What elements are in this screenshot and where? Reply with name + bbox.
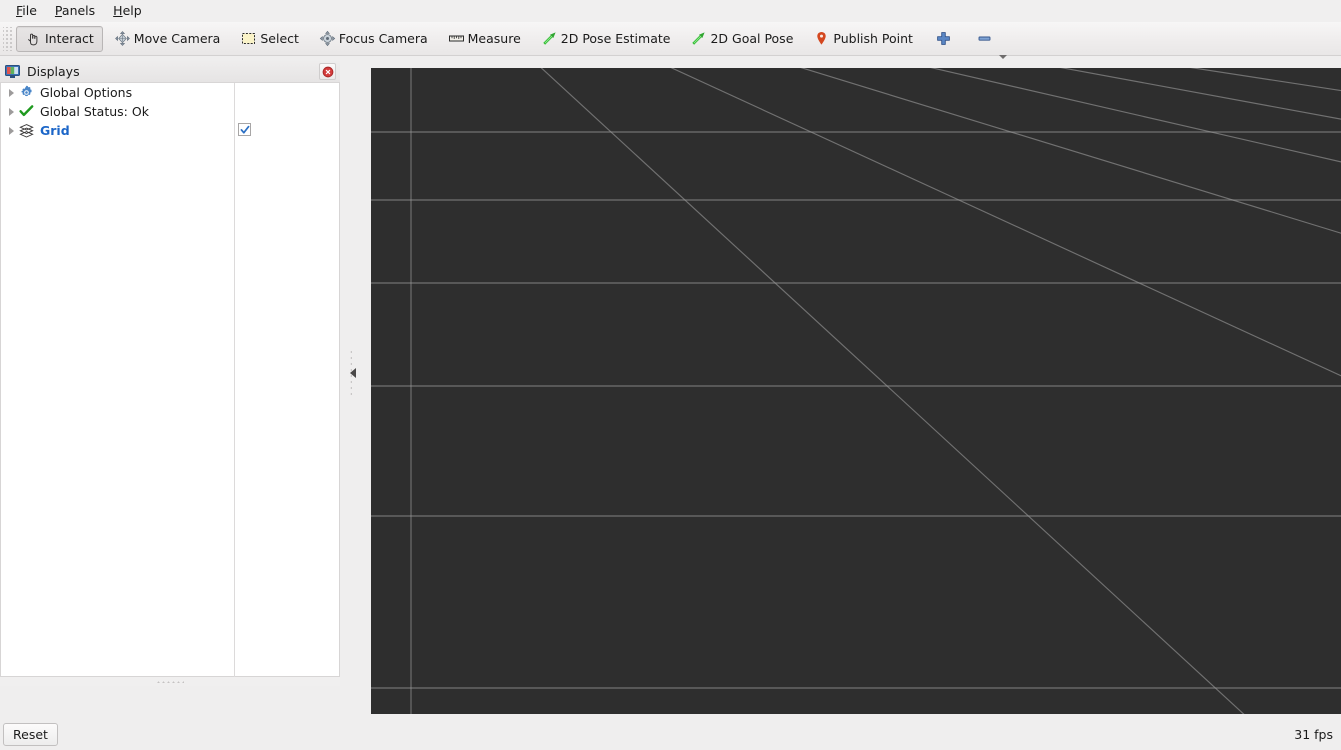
hand-cursor-icon bbox=[25, 30, 42, 47]
chevron-down-icon[interactable] bbox=[999, 55, 1007, 59]
displays-panel-splitter[interactable] bbox=[0, 677, 340, 686]
displays-panel: Displays bbox=[0, 60, 340, 686]
menu-item-file[interactable]: File bbox=[7, 1, 46, 21]
tree-item-global-status[interactable]: Global Status: Ok bbox=[1, 102, 339, 121]
status-bar: Reset 31 fps bbox=[0, 720, 1341, 750]
menu-item-panels[interactable]: Panels bbox=[46, 1, 104, 21]
menu-panels-rest: anels bbox=[62, 3, 95, 18]
tool-button-2d-goal-pose[interactable]: 2D Goal Pose bbox=[681, 26, 802, 52]
tool-label-publish-point: Publish Point bbox=[833, 31, 913, 46]
tool-label-2d-pose-estimate: 2D Pose Estimate bbox=[561, 31, 671, 46]
tool-bar: Interact Move Camera bbox=[0, 22, 1341, 56]
green-arrow-icon bbox=[690, 30, 707, 47]
tree-label-grid: Grid bbox=[40, 123, 70, 138]
close-icon[interactable] bbox=[319, 63, 336, 80]
expand-arrow-icon[interactable] bbox=[4, 121, 18, 140]
3d-render-view[interactable] bbox=[371, 68, 1341, 714]
perspective-grid bbox=[371, 68, 1341, 714]
tool-label-interact: Interact bbox=[45, 31, 94, 46]
add-tool-button[interactable] bbox=[924, 26, 963, 52]
focus-camera-icon bbox=[319, 30, 336, 47]
tool-button-2d-pose-estimate[interactable]: 2D Pose Estimate bbox=[532, 26, 680, 52]
check-icon bbox=[18, 103, 35, 120]
displays-tree[interactable]: Global Options Global Status: Ok bbox=[0, 83, 340, 677]
menu-help-mnemonic: H bbox=[113, 3, 122, 18]
grid-stack-icon bbox=[18, 122, 35, 139]
toolbar-drag-grip[interactable] bbox=[3, 27, 13, 51]
grid-enabled-checkbox[interactable] bbox=[238, 123, 251, 136]
tool-label-measure: Measure bbox=[468, 31, 521, 46]
tool-button-publish-point[interactable]: Publish Point bbox=[804, 26, 922, 52]
green-arrow-icon bbox=[541, 30, 558, 47]
tool-label-move-camera: Move Camera bbox=[134, 31, 221, 46]
map-pin-icon bbox=[813, 30, 830, 47]
displays-panel-titlebar: Displays bbox=[0, 60, 340, 83]
plus-icon bbox=[935, 30, 952, 47]
tool-label-2d-goal-pose: 2D Goal Pose bbox=[710, 31, 793, 46]
move-camera-icon bbox=[114, 30, 131, 47]
tree-label-global-status: Global Status: Ok bbox=[40, 104, 149, 119]
tree-item-grid[interactable]: Grid bbox=[1, 121, 339, 140]
tree-label-global-options: Global Options bbox=[40, 85, 132, 100]
tool-button-measure[interactable]: Measure bbox=[439, 26, 530, 52]
tree-column-divider[interactable] bbox=[234, 83, 235, 677]
expand-arrow-icon[interactable] bbox=[4, 83, 18, 102]
menu-bar: File Panels Help bbox=[0, 0, 1341, 22]
tool-button-move-camera[interactable]: Move Camera bbox=[105, 26, 230, 52]
toolbar-extra-group bbox=[964, 26, 1005, 52]
rviz-window: File Panels Help Interact bbox=[0, 0, 1341, 750]
ruler-icon bbox=[448, 30, 465, 47]
reset-button[interactable]: Reset bbox=[3, 723, 58, 746]
menu-help-rest: elp bbox=[123, 3, 142, 18]
menu-panels-mnemonic: P bbox=[55, 3, 62, 18]
tree-item-global-options[interactable]: Global Options bbox=[1, 83, 339, 102]
menu-file-rest: ile bbox=[22, 3, 37, 18]
menu-item-help[interactable]: Help bbox=[104, 1, 151, 21]
remove-tool-button[interactable] bbox=[965, 26, 1004, 52]
tool-button-select[interactable]: Select bbox=[231, 26, 308, 52]
tool-button-focus-camera[interactable]: Focus Camera bbox=[310, 26, 437, 52]
tool-button-interact[interactable]: Interact bbox=[16, 26, 103, 52]
selection-box-icon bbox=[240, 30, 257, 47]
panel-collapse-handle[interactable] bbox=[342, 60, 368, 686]
tool-label-focus-camera: Focus Camera bbox=[339, 31, 428, 46]
gear-icon bbox=[18, 84, 35, 101]
chevron-left-icon bbox=[350, 368, 356, 378]
tool-label-select: Select bbox=[260, 31, 299, 46]
monitor-icon bbox=[4, 63, 21, 80]
displays-panel-title: Displays bbox=[27, 64, 80, 79]
expand-arrow-icon[interactable] bbox=[4, 102, 18, 121]
fps-indicator: 31 fps bbox=[1294, 727, 1333, 742]
minus-icon bbox=[976, 30, 993, 47]
